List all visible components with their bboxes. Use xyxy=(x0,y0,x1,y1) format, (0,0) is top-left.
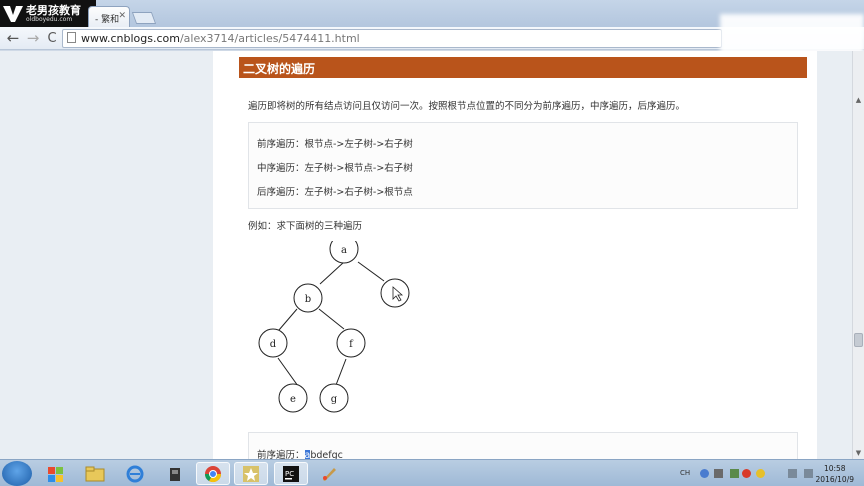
keyboard-icon[interactable] xyxy=(714,469,723,478)
maximize-button[interactable] xyxy=(800,0,822,10)
volume-icon[interactable] xyxy=(804,469,813,478)
system-tray: CH 10:58 2016/10/9 xyxy=(644,460,864,486)
tree-label-e: e xyxy=(290,394,296,405)
section-title: 二叉树的遍历 xyxy=(239,57,807,78)
blurred-overlay xyxy=(720,14,864,54)
scrollbar-thumb[interactable] xyxy=(854,333,863,347)
security-icon[interactable] xyxy=(756,469,765,478)
taskbar-library-icon[interactable] xyxy=(38,462,72,485)
taskbar-pycharm-icon[interactable]: PC xyxy=(274,462,308,485)
taskbar-ie-icon[interactable] xyxy=(118,462,152,485)
svg-text:PC: PC xyxy=(285,470,294,478)
traversal-definition-box: 前序遍历：根节点->左子树->右子树 中序遍历：左子树->根节点->右子树 后序… xyxy=(248,122,798,209)
back-arrow-icon[interactable]: ← xyxy=(4,29,22,47)
clock-time: 10:58 xyxy=(823,464,846,473)
forward-arrow-icon[interactable]: → xyxy=(24,29,42,47)
windows-taskbar: PC CH 10:58 2016/10/9 xyxy=(0,459,864,486)
taskbar-paint-icon[interactable] xyxy=(312,462,346,485)
answer-box: 前序遍历：abdefgc xyxy=(248,432,798,459)
record-icon[interactable] xyxy=(742,469,751,478)
logo-v-icon xyxy=(0,0,26,27)
page-viewport: 二叉树的遍历 遍历即将树的所有结点访问且仅访问一次。按照根节点位置的不同分为前序… xyxy=(0,51,852,459)
taskbar-media-icon[interactable] xyxy=(158,462,192,485)
logo-subtitle: oldboyedu.com xyxy=(26,15,73,23)
article-content: 二叉树的遍历 遍历即将树的所有结点访问且仅访问一次。按照根节点位置的不同分为前序… xyxy=(213,51,817,459)
taskbar-star-app-icon[interactable] xyxy=(234,462,268,485)
answer-label: 前序遍历： xyxy=(257,450,305,459)
example-heading: 例如：求下面树的三种遍历 xyxy=(248,221,363,232)
tree-label-d: d xyxy=(270,339,277,350)
network-icon[interactable] xyxy=(788,469,797,478)
inorder-definition: 中序遍历：左子树->根节点->右子树 xyxy=(257,163,413,174)
intro-paragraph: 遍历即将树的所有结点访问且仅访问一次。按照根节点位置的不同分为前序遍历，中序遍历… xyxy=(248,101,686,112)
taskbar-explorer-icon[interactable] xyxy=(78,462,112,485)
tree-label-g: g xyxy=(331,394,338,405)
system-clock[interactable]: 10:58 2016/10/9 xyxy=(816,463,854,485)
page-icon xyxy=(67,32,76,43)
tab-close-icon[interactable]: ✕ xyxy=(118,11,126,21)
answer-rest[interactable]: bdefgc xyxy=(310,450,343,459)
url-host: www.cnblogs.com xyxy=(81,32,180,45)
preorder-definition: 前序遍历：根节点->左子树->右子树 xyxy=(257,139,413,150)
logo-title: 老男孩教育 xyxy=(26,3,81,17)
close-window-button[interactable] xyxy=(824,0,846,10)
clock-date: 2016/10/9 xyxy=(815,475,854,484)
new-tab-button[interactable] xyxy=(131,12,157,24)
tree-label-b: b xyxy=(305,294,311,305)
tree-label-a: a xyxy=(341,245,347,256)
reload-icon[interactable]: C xyxy=(43,29,61,47)
help-icon[interactable] xyxy=(700,469,709,478)
preorder-answer: 前序遍历：abdefgc xyxy=(257,447,343,459)
ime-indicator[interactable]: CH xyxy=(680,469,690,477)
scroll-up-icon[interactable]: ▲ xyxy=(853,95,864,106)
binary-tree-diagram: a b d f e g xyxy=(258,241,410,413)
browser-tab[interactable]: - 繁和 ✕ xyxy=(88,6,130,27)
vertical-scrollbar[interactable]: ▲ ▼ xyxy=(852,51,864,459)
scroll-down-icon[interactable]: ▼ xyxy=(853,448,864,459)
tab-title: - 繁和 xyxy=(95,15,120,25)
url-path: /alex3714/articles/5474411.html xyxy=(179,32,360,45)
oldboy-logo: 老男孩教育 oldboyedu.com xyxy=(0,0,96,27)
address-bar[interactable]: www.cnblogs.com/alex3714/articles/547441… xyxy=(62,29,722,48)
tool-icon[interactable] xyxy=(730,469,739,478)
minimize-button[interactable] xyxy=(776,0,798,10)
taskbar-chrome-icon[interactable] xyxy=(196,462,230,485)
postorder-definition: 后序遍历：左子树->右子树->根节点 xyxy=(257,187,413,198)
start-button[interactable] xyxy=(2,461,32,486)
